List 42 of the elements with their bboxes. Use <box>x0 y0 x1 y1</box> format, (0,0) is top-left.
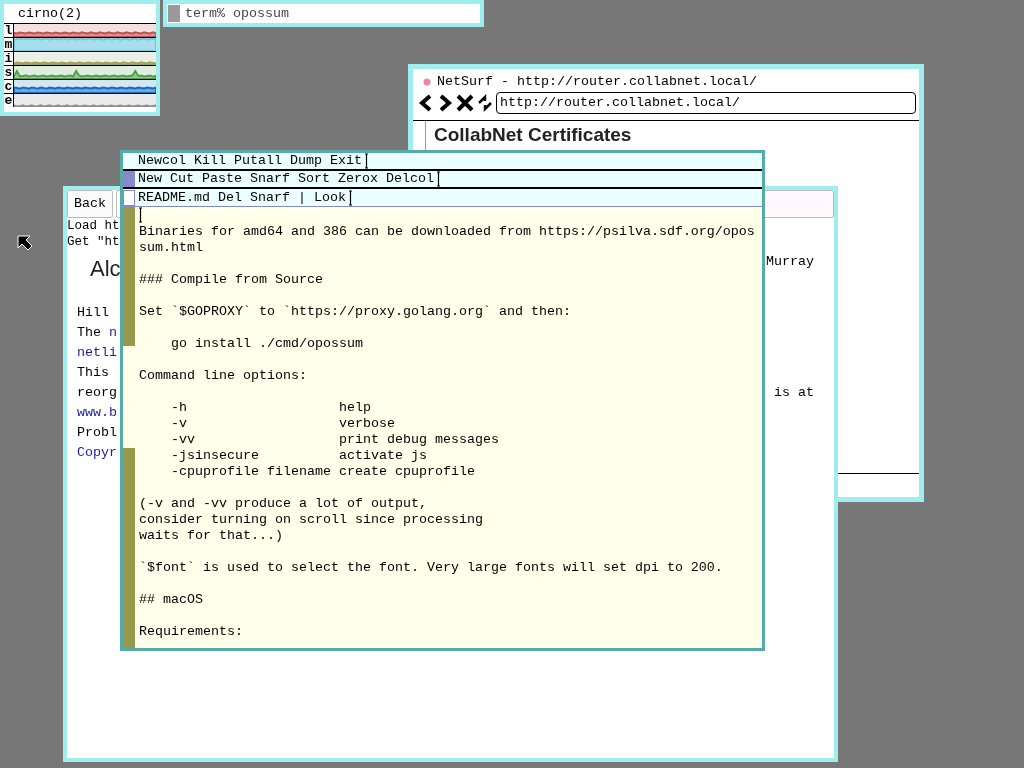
link[interactable]: Copyr <box>77 443 117 463</box>
forward-icon[interactable] <box>437 94 453 112</box>
log-line: Get "ht <box>67 234 120 250</box>
link[interactable]: www.b <box>77 403 117 423</box>
text-line: reorg <box>77 384 117 402</box>
scroll-thumb[interactable] <box>123 346 135 448</box>
text-line: The <box>77 324 102 342</box>
readme-text: -h help -v verbose -vv print debug messages -jsinsecure activate js -cpuprofile filename create cpuprofile <box>170 399 500 480</box>
text-cursor-icon <box>139 207 142 223</box>
reload-icon[interactable] <box>477 94 493 112</box>
readme-text: ### Compile from Source <box>139 271 324 288</box>
mouse-pointer-icon <box>17 235 33 252</box>
drag-handle[interactable] <box>123 171 135 187</box>
window-title: cirno(2) <box>17 5 83 23</box>
back-button[interactable]: Back <box>67 190 113 218</box>
terminal-text: term% opossum <box>185 5 289 22</box>
page-heading: Alc <box>89 255 121 283</box>
text-line: This <box>77 364 109 382</box>
readme-text: go install ./cmd/opossum <box>170 335 364 352</box>
back-icon[interactable] <box>418 94 434 112</box>
readme-text: `$font` is used to select the font. Very large fonts will set dpi to 200. <box>139 559 724 576</box>
page-heading: CollabNet Certificates <box>434 124 633 146</box>
text-line: Hill <box>77 304 109 322</box>
url-field[interactable]: http://router.collabnet.local/ <box>496 92 916 114</box>
page-icon <box>423 77 431 86</box>
text-line: Probl <box>77 424 117 442</box>
text-cursor-icon <box>168 5 180 22</box>
readme-text: Command line options: <box>139 367 308 384</box>
link[interactable]: netli <box>77 343 117 363</box>
window-title: NetSurf - http://router.collabnet.local/ <box>437 73 757 90</box>
scrollbar[interactable] <box>123 207 135 648</box>
stop-icon[interactable] <box>456 94 474 112</box>
readme-text: Set `$GOPROXY` to `https://proxy.golang.org` and then: <box>139 303 572 320</box>
link[interactable]: n <box>109 323 117 343</box>
text-line: Murray <box>766 254 815 271</box>
log-line: Load ht <box>67 218 120 234</box>
readme-text: Requirements: <box>139 623 244 640</box>
drag-handle[interactable] <box>123 189 135 206</box>
readme-text: ## macOS <box>139 591 204 608</box>
readme-text: (-v and -vv produce a lot of output, consider turning on scroll since processing waits for that...) <box>139 495 484 544</box>
text-line: is at <box>774 384 815 402</box>
readme-text: Binaries for amd64 and 386 can be downloaded from https://psilva.sdf.org/opos sum.html <box>139 223 756 256</box>
